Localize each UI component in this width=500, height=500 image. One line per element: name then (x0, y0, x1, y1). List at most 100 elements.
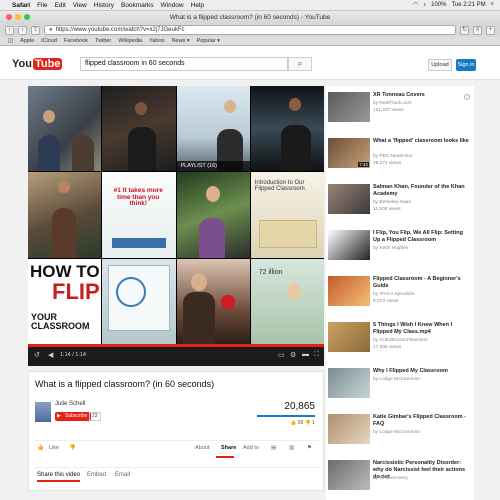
related-video-title[interactable]: Flipped Classroom - A Beginner's Guide (373, 276, 469, 290)
ad-info-icon[interactable]: i (464, 94, 470, 100)
related-video-item[interactable]: Why I Flipped My Classroom by Lodge McCam… (328, 368, 472, 412)
menu-edit[interactable]: Edit (55, 2, 66, 9)
fullscreen-icon[interactable]: ⛶ (314, 351, 319, 359)
related-video-channel[interactable]: by PBS NewsHour (373, 154, 413, 159)
related-video-channel[interactable]: by Keith Hughes (373, 246, 408, 251)
video-thumbnail[interactable] (328, 276, 370, 306)
address-bar[interactable]: ● https://www.youtube.com/watch?v=x2j7JG… (44, 25, 456, 35)
bookmark-item[interactable]: iCloud (41, 38, 57, 44)
video-thumbnail[interactable] (328, 92, 370, 122)
search-icon[interactable]: ⌕ (288, 57, 312, 71)
wifi-icon[interactable]: ◠ (413, 1, 418, 8)
related-video-channel[interactable]: by RealTruck.com (373, 101, 411, 106)
related-video-channel[interactable]: by IPACA Sprocklin (373, 292, 414, 297)
video-player[interactable]: PLAYLIST (16) #1 It takes more time than… (28, 86, 324, 366)
menu-help[interactable]: Help (191, 2, 204, 9)
share-tab[interactable]: Share (221, 445, 236, 451)
transcript-icon[interactable]: ▥ (289, 445, 294, 451)
related-video-title[interactable]: XR Tonneau Covers (373, 92, 469, 99)
menu-file[interactable]: File (37, 2, 47, 9)
playlist-badge[interactable]: PLAYLIST (16) (176, 161, 250, 172)
related-video-title[interactable]: 5 Things I Wish I Knew When I Flipped My… (373, 322, 469, 336)
thumbs-up-icon[interactable]: 👍 (290, 420, 296, 426)
video-thumbnail[interactable] (328, 230, 370, 260)
video-thumbnail[interactable] (328, 460, 370, 490)
related-video-item[interactable]: Narcissistic Personality Disorder: why d… (328, 460, 472, 500)
theater-icon[interactable]: ▬ (302, 351, 309, 358)
related-video-channel[interactable]: by Lodge McCammon (373, 377, 420, 382)
menu-window[interactable]: Window (161, 2, 184, 9)
close-window-icon[interactable] (6, 14, 12, 20)
more-icon[interactable]: ▤ (271, 445, 276, 451)
related-video-title[interactable]: What a 'flipped' classroom looks like (373, 138, 469, 145)
progress-bar[interactable] (28, 344, 324, 347)
share-page-icon[interactable]: ⇪ (31, 25, 40, 35)
video-thumbnail[interactable] (328, 414, 370, 444)
bookmark-item[interactable]: News ▾ (172, 38, 190, 44)
related-video-title[interactable]: Salman Khan, Founder of the Khan Academy (373, 184, 469, 198)
video-thumbnail[interactable] (328, 368, 370, 398)
minimize-window-icon[interactable] (15, 14, 21, 20)
share-this-video-tab[interactable]: Share this video (37, 472, 81, 482)
settings-icon[interactable]: ⚙ (290, 351, 296, 359)
replay-icon[interactable]: ↺ (34, 351, 40, 359)
bookmark-reading-list-icon[interactable]: ◫ (8, 38, 13, 44)
related-video-item[interactable]: XR Tonneau Covers by RealTruck.com 121,227… (328, 92, 472, 136)
menu-app-name[interactable]: Safari (12, 2, 30, 9)
reader-icon[interactable]: ≡ (473, 25, 482, 35)
clock[interactable]: Tue 2:21 PM (451, 2, 485, 8)
related-video-item[interactable]: Salman Khan, Founder of the Khan Academy… (328, 184, 472, 228)
related-video-channel[interactable]: by GoEdDoctorsTeachers (373, 338, 428, 343)
search-input[interactable]: flipped classroom in 60 seconds (80, 57, 288, 71)
flag-icon[interactable]: ⚑ (307, 445, 312, 451)
add-to-tab[interactable]: Add to (243, 445, 259, 451)
menu-history[interactable]: History (94, 2, 114, 9)
menu-view[interactable]: View (73, 2, 87, 9)
back-icon[interactable]: ‹ (5, 25, 14, 35)
subscribe-button[interactable]: ▶ Subscribe (55, 412, 92, 421)
related-video-channel[interactable]: by NPDrecovery (373, 476, 408, 481)
cc-icon[interactable]: ▭ (278, 351, 285, 359)
bookmark-item[interactable]: Popular ▾ (197, 38, 220, 44)
bookmark-item[interactable]: Yahoo (149, 38, 165, 44)
bookmark-item[interactable]: Facebook (64, 38, 88, 44)
channel-name[interactable]: Julie Schell (55, 401, 85, 407)
subscriber-count: 23 (89, 412, 101, 421)
video-thumbnail[interactable]: 7:42 (328, 138, 370, 168)
embed-tab[interactable]: Embed (87, 472, 106, 478)
like-button[interactable]: Like (49, 445, 59, 451)
bookmark-item[interactable]: Apple (20, 38, 34, 44)
video-thumbnail[interactable] (328, 184, 370, 214)
sign-in-button[interactable]: Sign in (456, 59, 476, 71)
related-video-title[interactable]: Katie Gimbar's Flipped Classroom - FAQ (373, 414, 469, 428)
spotlight-icon[interactable]: ⌕ (491, 1, 494, 8)
related-video-item[interactable]: 7:42 What a 'flipped' classroom looks lik… (328, 138, 472, 182)
tabs-icon[interactable]: + (486, 25, 495, 35)
bookmark-item[interactable]: Twitter (95, 38, 111, 44)
menu-bookmarks[interactable]: Bookmarks (121, 2, 154, 9)
related-video-item[interactable]: 5 Things I Wish I Knew When I Flipped My… (328, 322, 472, 366)
reload-icon[interactable]: ↻ (460, 25, 469, 35)
volume-icon[interactable]: ◀ (48, 351, 53, 359)
like-icon[interactable]: 👍 (37, 445, 44, 451)
forward-icon[interactable]: › (18, 25, 27, 35)
about-tab[interactable]: About (195, 445, 209, 451)
related-video-channel[interactable]: by Berkeley-Haas (373, 200, 411, 205)
guide-menu-icon[interactable]: ≡ (46, 62, 50, 69)
thumbs-down-icon[interactable]: 👎 (305, 420, 311, 426)
related-video-item[interactable]: I Flip, You Flip, We All Flip: Setting U… (328, 230, 472, 274)
volume-icon[interactable]: ♪ (423, 2, 426, 8)
upload-button[interactable]: Upload (428, 59, 452, 71)
related-video-channel[interactable]: by Lodge McCammon (373, 430, 420, 435)
related-video-item[interactable]: Katie Gimbar's Flipped Classroom - FAQ by… (328, 414, 472, 458)
related-video-item[interactable]: Flipped Classroom - A Beginner's Guide by… (328, 276, 472, 320)
zoom-window-icon[interactable] (24, 14, 30, 20)
youtube-logo[interactable]: You Tube (12, 58, 63, 70)
related-video-title[interactable]: I Flip, You Flip, We All Flip: Setting U… (373, 230, 469, 244)
bookmark-item[interactable]: Wikipedia (118, 38, 142, 44)
email-tab[interactable]: Email (115, 472, 130, 478)
video-thumbnail[interactable] (328, 322, 370, 352)
related-video-title[interactable]: Why I Flipped My Classroom (373, 368, 469, 375)
dislike-icon[interactable]: 👎 (69, 445, 76, 451)
channel-avatar[interactable] (35, 402, 51, 422)
